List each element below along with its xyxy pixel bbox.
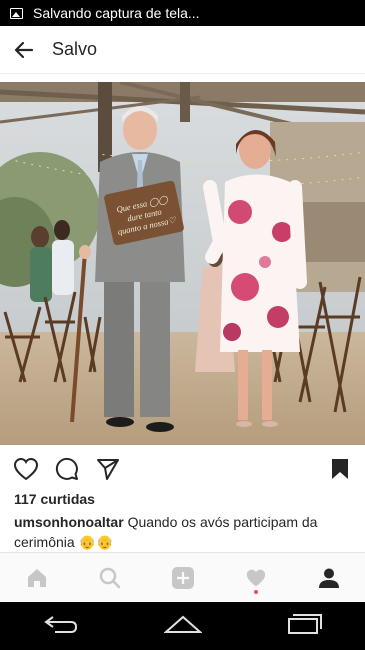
- send-icon: [97, 459, 119, 480]
- add-icon: [171, 566, 194, 589]
- system-home-button[interactable]: [162, 614, 203, 639]
- back-icon: [43, 615, 77, 633]
- status-bar: Salvando captura de tela...: [0, 0, 365, 26]
- nav-add[interactable]: [165, 560, 201, 596]
- home-icon: [27, 568, 46, 587]
- system-recents-button[interactable]: [287, 613, 323, 640]
- heart-icon: [13, 457, 39, 481]
- search-icon: [99, 567, 120, 588]
- bookmark-filled-icon: [332, 459, 348, 479]
- post-actions: [0, 450, 365, 488]
- recents-icon: [287, 613, 322, 634]
- like-button[interactable]: [13, 456, 39, 482]
- share-button[interactable]: [95, 456, 121, 482]
- caption-emoji: 👴👴: [78, 534, 114, 550]
- image-icon: [10, 7, 23, 19]
- page-title: Salvo: [52, 39, 98, 59]
- save-button[interactable]: [327, 456, 353, 482]
- comment-button[interactable]: [54, 456, 80, 482]
- nav-profile[interactable]: [311, 560, 347, 596]
- system-back-button[interactable]: [43, 613, 79, 640]
- home-outline-icon: [162, 615, 203, 633]
- status-notification: Salvando captura de tela...: [33, 5, 200, 21]
- top-bar: Salvo: [0, 26, 365, 74]
- nav-search[interactable]: [92, 560, 128, 596]
- post-image[interactable]: Que essa ◯◯ dure tanto quanto a nossa♡: [0, 82, 365, 445]
- system-nav-bar: [0, 602, 365, 650]
- bottom-nav: [0, 552, 365, 602]
- comment-icon: [55, 457, 78, 480]
- arrow-left-icon: [14, 41, 34, 58]
- heart-icon: [246, 569, 265, 586]
- profile-icon: [318, 568, 339, 588]
- nav-activity[interactable]: [238, 560, 274, 596]
- nav-home[interactable]: [19, 560, 55, 596]
- post-caption: umsonhonoaltar Quando os avós participam…: [14, 512, 354, 552]
- back-button[interactable]: [0, 26, 48, 74]
- likes-count[interactable]: 117 curtidas: [14, 491, 95, 507]
- caption-username[interactable]: umsonhonoaltar: [14, 514, 124, 530]
- notification-dot: [253, 589, 258, 594]
